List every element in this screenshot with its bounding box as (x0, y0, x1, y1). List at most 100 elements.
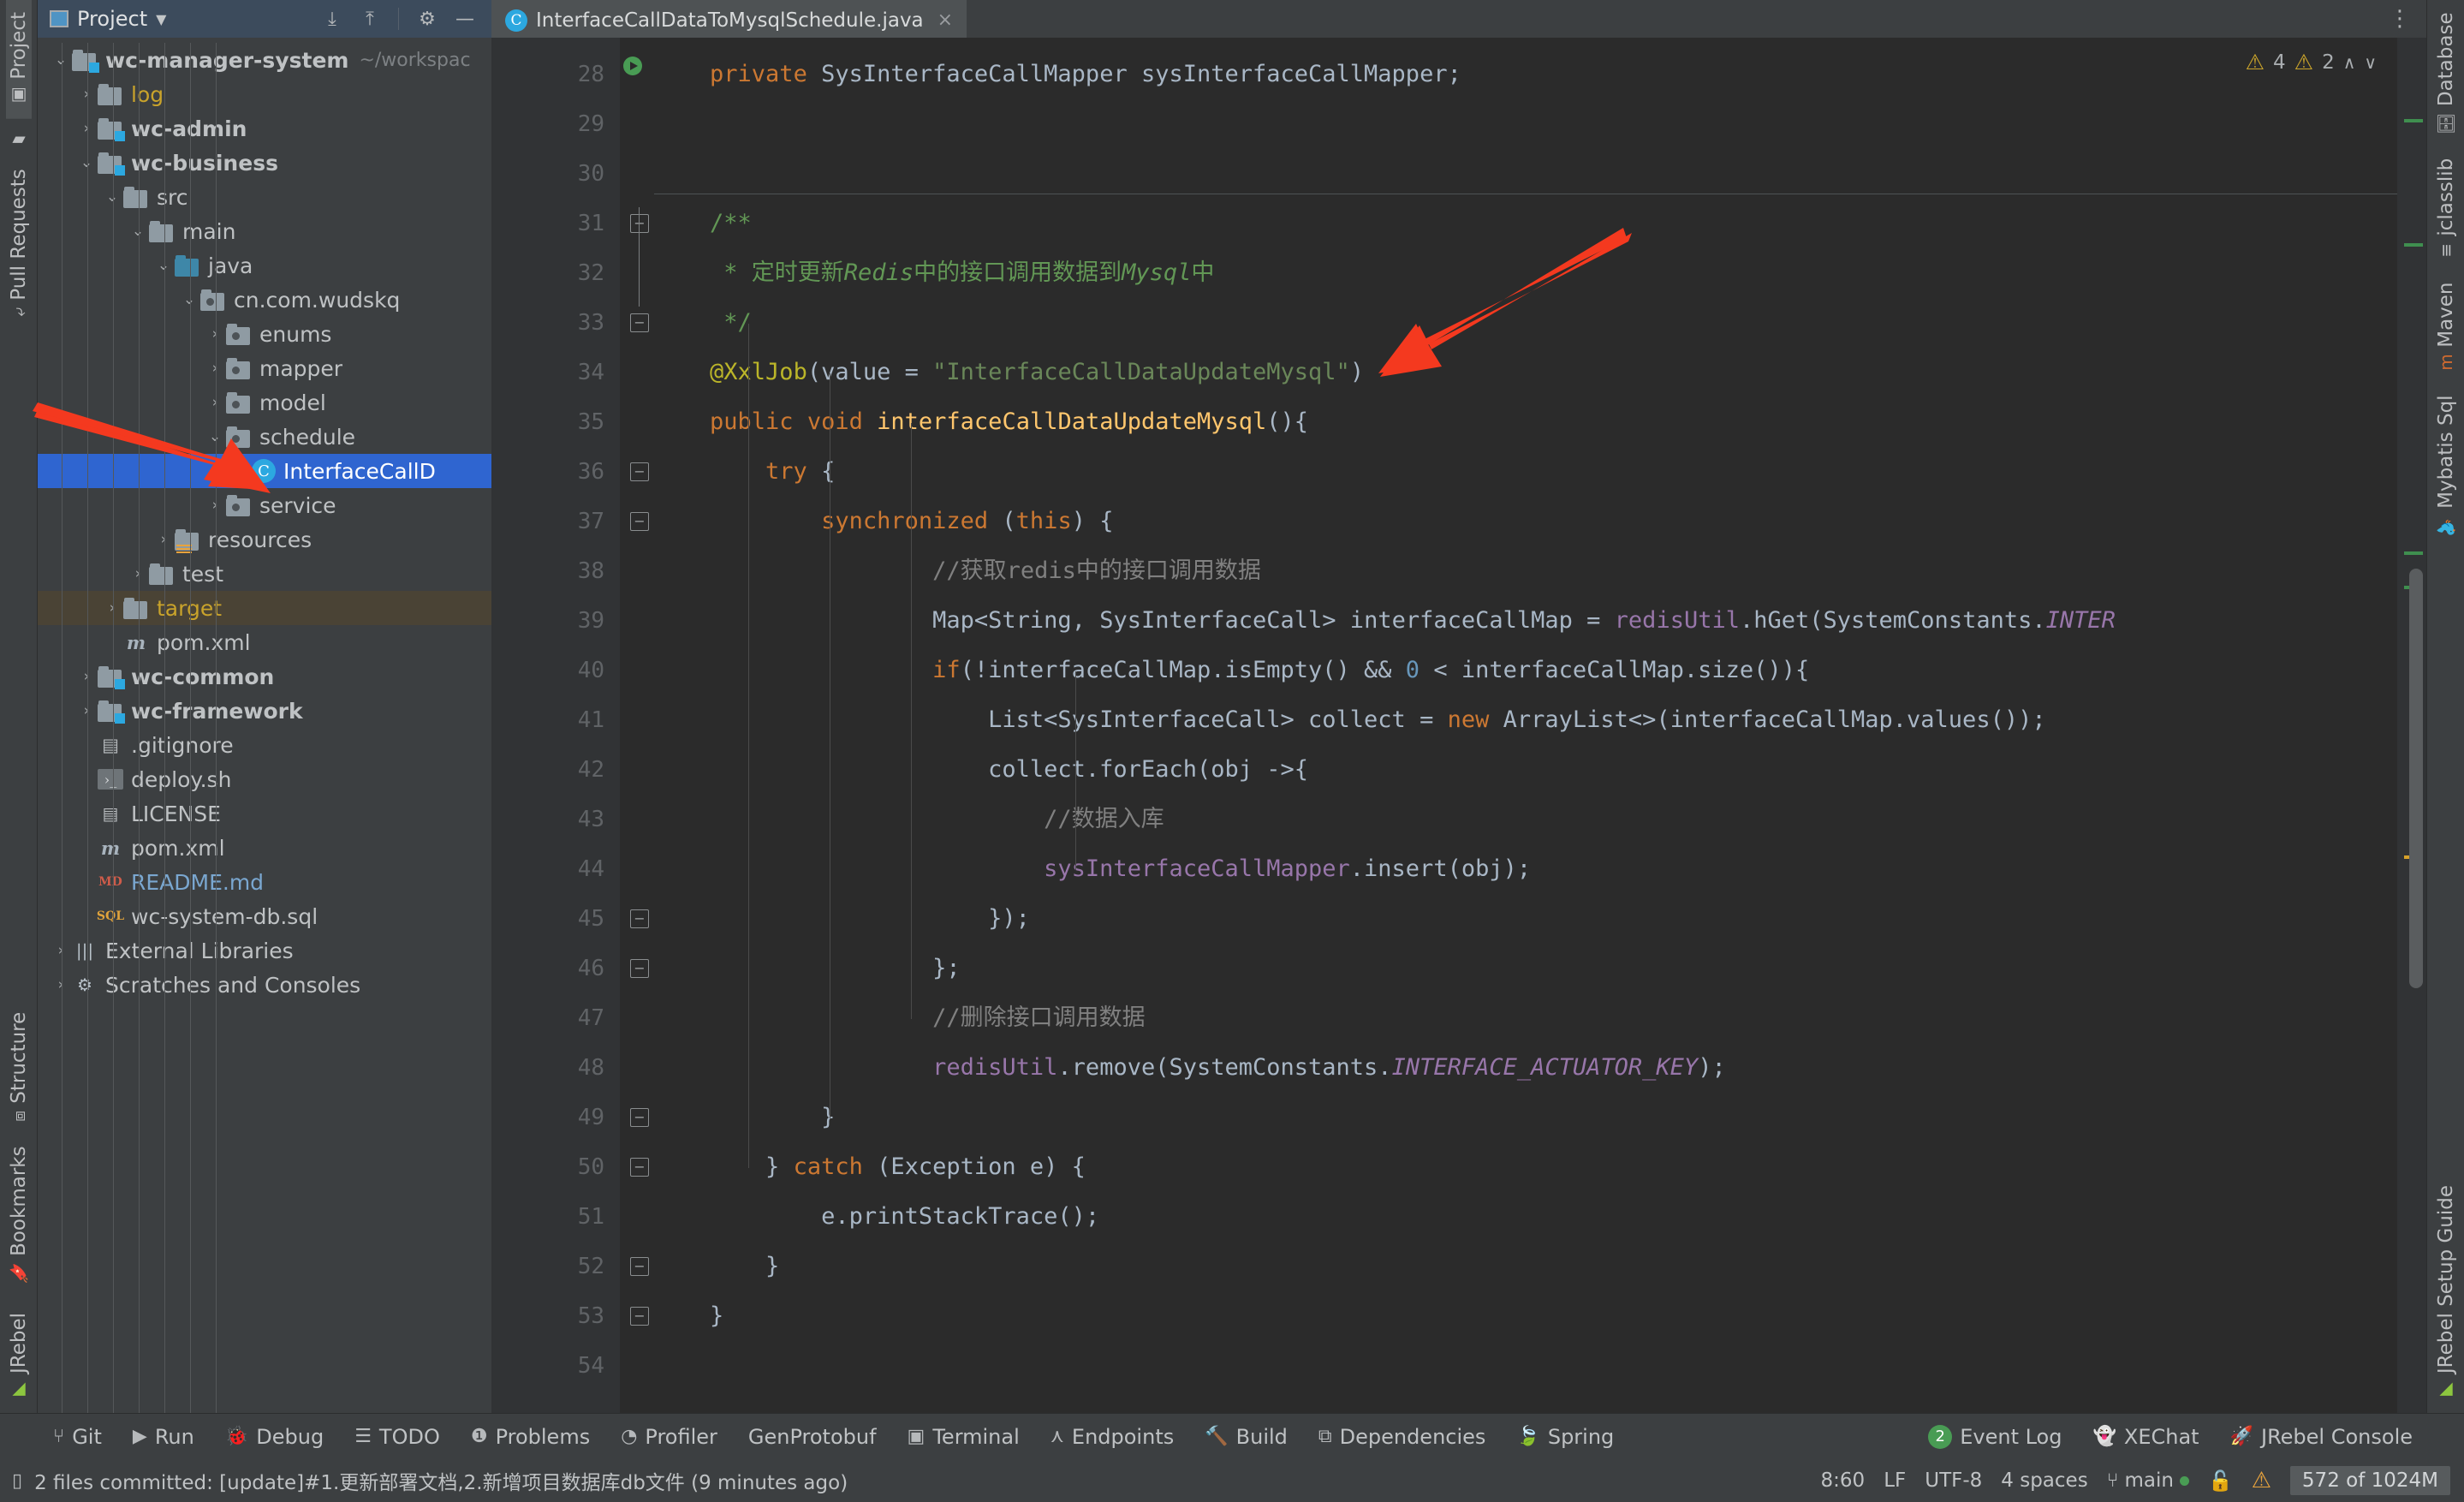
tree-node-src[interactable]: ⌄ src (38, 180, 491, 214)
inspection-widget[interactable]: ⚠ 4 ⚠ 2 ∧ ∨ (2246, 50, 2377, 75)
fold-slot[interactable] (620, 695, 654, 745)
fold-slot[interactable] (620, 1043, 654, 1093)
fold-slot[interactable] (620, 149, 654, 199)
code-line[interactable]: */ (654, 298, 2397, 348)
code-line[interactable]: synchronized (this) { (654, 497, 2397, 546)
chevron-right-icon[interactable]: › (50, 976, 72, 993)
chevron-down-icon[interactable]: ⌄ (101, 188, 123, 206)
tool-window-database[interactable]: 🗄 Database (2433, 0, 2459, 146)
fold-minus-icon[interactable]: − (630, 214, 649, 233)
code-editor[interactable]: 28 29 30 31 32 33 34 35 36 37 38 39 40 41 42 43 44 45 46 47… (491, 38, 2426, 1413)
fold-minus-icon[interactable]: − (630, 462, 649, 481)
fold-slot[interactable] (620, 248, 654, 298)
editor-options-icon[interactable]: ⋮ (2373, 0, 2426, 38)
tree-node--gitignore[interactable]: ▤ .gitignore (38, 728, 491, 762)
bottom-tab-run[interactable]: ▶ Run (117, 1414, 210, 1459)
tool-window-structure[interactable]: ⧈ Structure (6, 1000, 32, 1134)
bottom-tab-git[interactable]: ⑂ Git (38, 1414, 117, 1459)
project-tree[interactable]: ⌄ wc-manager-system ~/workspac › log › wc-admi… (38, 38, 491, 1413)
code-line[interactable]: try { (654, 447, 2397, 497)
tree-node-pom-xml[interactable]: m pom.xml (38, 831, 491, 865)
fold-minus-icon[interactable]: − (630, 959, 649, 978)
tool-window-maven[interactable]: m Maven (2433, 270, 2459, 383)
prev-problem-icon[interactable]: ∧ (2343, 52, 2356, 73)
tree-node-external-libraries[interactable]: › ||| External Libraries (38, 933, 491, 968)
fold-minus-icon[interactable]: − (630, 1108, 649, 1127)
fold-slot[interactable] (620, 348, 654, 397)
memory-indicator[interactable]: 572 of 1024M (2289, 1466, 2450, 1495)
fold-slot[interactable] (620, 795, 654, 844)
tree-node-schedule[interactable]: ⌄ schedule (38, 420, 491, 454)
editor-scrollbar-thumb[interactable] (2409, 569, 2423, 988)
file-encoding[interactable]: UTF-8 (1925, 1469, 1982, 1492)
fold-minus-icon[interactable]: − (630, 512, 649, 531)
marker-bar[interactable] (2397, 38, 2426, 1413)
tool-window-project[interactable]: ▣ Project (5, 0, 32, 119)
tree-node-wc-business[interactable]: ⌄ wc-business (38, 146, 491, 180)
run-gutter-icon[interactable] (622, 55, 644, 77)
tree-node-license[interactable]: ▤ LICENSE (38, 796, 491, 831)
chevron-right-icon[interactable]: › (50, 942, 72, 959)
fold-slot[interactable] (620, 745, 654, 795)
fold-slot[interactable]: − (620, 1242, 654, 1291)
bottom-tab-spring[interactable]: 🍃 Spring (1501, 1414, 1629, 1459)
git-branch[interactable]: ⑂ main (2107, 1469, 2189, 1492)
code-folding-gutter[interactable]: − − − − − − − − − − (620, 38, 654, 1413)
bottom-tab-event-log[interactable]: 2 Event Log (1913, 1414, 2077, 1459)
fold-slot[interactable]: − (620, 1291, 654, 1341)
fold-slot[interactable] (620, 99, 654, 149)
fold-minus-icon[interactable]: − (630, 1257, 649, 1276)
fold-slot[interactable] (620, 1192, 654, 1242)
fold-slot[interactable]: − (620, 497, 654, 546)
tree-node-resources[interactable]: › resources (38, 522, 491, 557)
bottom-tab-profiler[interactable]: ◔ Profiler (605, 1414, 733, 1459)
tree-node-cn-com-wudskq[interactable]: ⌄ cn.com.wudskq (38, 283, 491, 317)
tree-node-scratches-and-consoles[interactable]: › ⚙ Scratches and Consoles (38, 968, 491, 1002)
fold-slot[interactable]: − (620, 298, 654, 348)
tree-node-model[interactable]: › model (38, 385, 491, 420)
expand-all-button[interactable]: ⤒ (355, 4, 384, 33)
chevron-right-icon[interactable]: › (204, 325, 226, 343)
bottom-tab-problems[interactable]: ❶ Problems (455, 1414, 605, 1459)
fold-minus-icon[interactable]: − (630, 313, 649, 332)
code-line[interactable]: List<SysInterfaceCall> collect = new Arr… (654, 695, 2397, 745)
code-line[interactable]: /** (654, 199, 2397, 248)
code-line[interactable]: private SysInterfaceCallMapper sysInterf… (654, 50, 2397, 99)
fold-minus-icon[interactable]: − (630, 909, 649, 928)
fold-slot[interactable] (620, 646, 654, 695)
tree-node-java[interactable]: ⌄ java (38, 248, 491, 283)
fold-slot[interactable]: − (620, 447, 654, 497)
warning-status-icon[interactable]: ⚠ (2252, 1468, 2271, 1493)
indent-setting[interactable]: 4 spaces (2001, 1469, 2087, 1492)
tool-window-folder[interactable]: ▰ (9, 119, 29, 157)
code-line[interactable]: Map<String, SysInterfaceCall> interfaceC… (654, 596, 2397, 646)
tree-node-wc-framework[interactable]: › wc-framework (38, 694, 491, 728)
tree-node-pom-xml[interactable]: m pom.xml (38, 625, 491, 659)
code-line[interactable]: } (654, 1242, 2397, 1291)
code-line[interactable]: } catch (Exception e) { (654, 1142, 2397, 1192)
fold-slot[interactable] (620, 993, 654, 1043)
code-line[interactable]: } (654, 1093, 2397, 1142)
tool-window-jrebel-setup-guide[interactable]: ◤ JRebel Setup Guide (2433, 1159, 2459, 1413)
chevron-down-icon[interactable]: ⌄ (152, 257, 175, 274)
close-icon[interactable]: × (937, 9, 953, 31)
code-line[interactable]: //获取redis中的接口调用数据 (654, 546, 2397, 596)
fold-slot[interactable]: − (620, 944, 654, 993)
code-line[interactable]: }); (654, 894, 2397, 944)
bottom-tab-dependencies[interactable]: ⧉ Dependencies (1303, 1414, 1502, 1459)
bottom-tab-xechat[interactable]: 👻 XEChat (2077, 1414, 2214, 1459)
tree-node-wc-manager-system[interactable]: ⌄ wc-manager-system ~/workspac (38, 43, 491, 77)
bottom-tab-todo[interactable]: ☰ TODO (339, 1414, 455, 1459)
bottom-tab-build[interactable]: 🔨 Build (1189, 1414, 1303, 1459)
code-line[interactable] (654, 149, 2397, 199)
bottom-tab-debug[interactable]: 🐞 Debug (210, 1414, 339, 1459)
line-separator[interactable]: LF (1884, 1469, 1906, 1492)
tool-window-bookmarks[interactable]: 🔖 Bookmarks (6, 1134, 32, 1296)
tree-node-main[interactable]: ⌄ main (38, 214, 491, 248)
fold-slot[interactable] (620, 546, 654, 596)
chevron-right-icon[interactable]: › (75, 86, 98, 103)
bottom-tab-jrebel-console[interactable]: 🚀 JRebel Console (2215, 1414, 2464, 1459)
chevron-right-icon[interactable]: › (101, 599, 123, 617)
tree-node-wc-common[interactable]: › wc-common (38, 659, 491, 694)
chevron-right-icon[interactable]: › (152, 531, 175, 548)
